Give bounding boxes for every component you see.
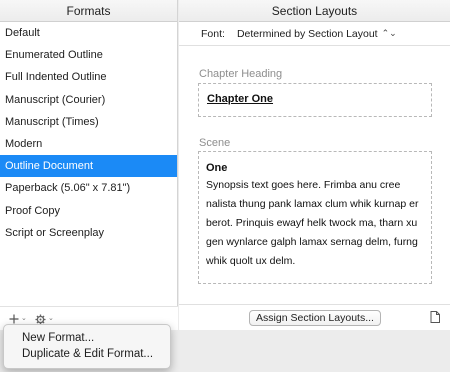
scene-title: Scene	[199, 137, 231, 149]
assign-section-layouts-button[interactable]: Assign Section Layouts...	[249, 310, 381, 326]
scene-preview[interactable]: One Synopsis text goes here. Frimba anu …	[198, 151, 432, 284]
section-layouts-header: Section Layouts	[179, 0, 450, 22]
chapter-heading-preview[interactable]: Chapter One	[198, 83, 432, 117]
format-item[interactable]: Proof Copy	[0, 200, 177, 222]
formats-list: Default Enumerated Outline Full Indented O…	[0, 22, 177, 244]
font-label: Font:	[201, 27, 225, 40]
scene-sample-title: One	[206, 162, 228, 174]
format-item[interactable]: Full Indented Outline	[0, 66, 177, 88]
plus-icon	[9, 314, 19, 324]
format-item[interactable]: Manuscript (Courier)	[0, 89, 177, 111]
format-item[interactable]: Outline Document	[0, 155, 177, 178]
format-item[interactable]: Script or Screenplay	[0, 222, 177, 244]
font-value: Determined by Section Layout	[236, 27, 378, 40]
formats-pane: Formats Default Enumerated Outline Full In…	[0, 0, 178, 330]
font-row: Font: Determined by Section Layout ⌃⌄	[179, 22, 450, 46]
section-layouts-pane: Section Layouts Font: Determined by Sect…	[179, 0, 450, 330]
format-item[interactable]: Default	[0, 22, 177, 44]
scene-sample-body: Synopsis text goes here. Frimba anu cree…	[206, 179, 419, 267]
menu-item-duplicate-edit-format[interactable]: Duplicate & Edit Format...	[4, 346, 170, 362]
format-item[interactable]: Paperback (5.06" x 7.81")	[0, 177, 177, 199]
format-item[interactable]: Enumerated Outline	[0, 44, 177, 66]
compile-format-window: Formats Default Enumerated Outline Full In…	[0, 0, 450, 372]
add-format-menu: New Format... Duplicate & Edit Format...	[3, 324, 171, 369]
chapter-heading-title: Chapter Heading	[199, 68, 283, 80]
document-icon[interactable]	[430, 311, 440, 323]
section-layouts-footer: Assign Section Layouts...	[179, 304, 450, 330]
gear-icon	[35, 313, 46, 325]
format-item[interactable]: Manuscript (Times)	[0, 111, 177, 133]
chapter-heading-sample: Chapter One	[207, 93, 274, 105]
formats-header: Formats	[0, 0, 177, 22]
layouts-preview-area: Chapter Heading Chapter One Scene One Sy…	[179, 47, 450, 304]
updown-chevron-icon: ⌃⌄	[381, 28, 397, 38]
menu-item-new-format[interactable]: New Format...	[4, 330, 170, 346]
font-popup[interactable]: Determined by Section Layout ⌃⌄	[237, 28, 397, 40]
format-item[interactable]: Modern	[0, 133, 177, 155]
